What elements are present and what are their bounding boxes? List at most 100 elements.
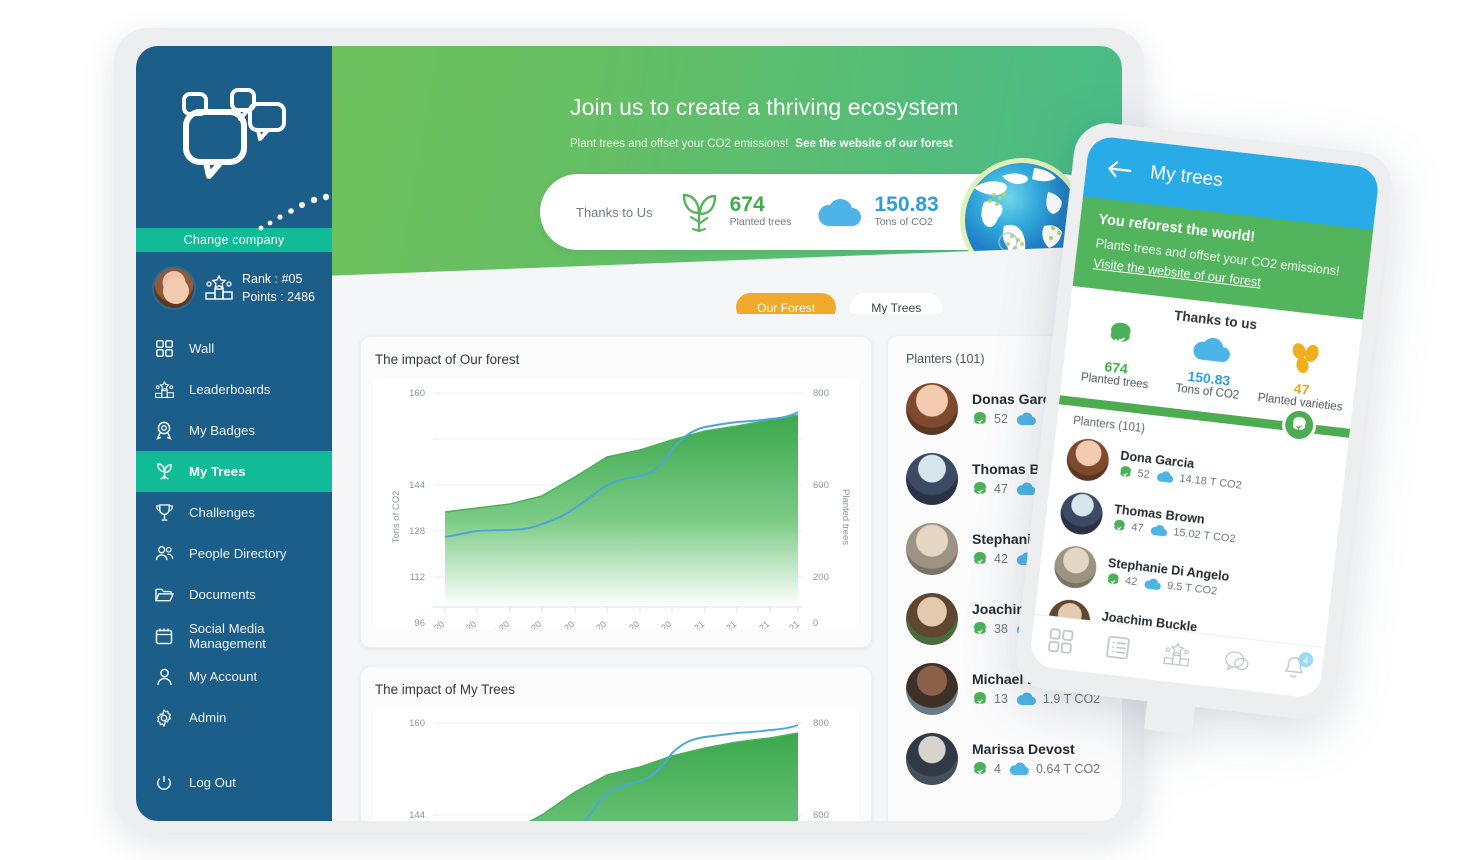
phone-planter-trees: 47: [1112, 518, 1145, 536]
svg-text:160: 160: [409, 718, 425, 729]
tablet-device-frame: Change company Rank : #05 Points : 2486: [114, 28, 1144, 833]
planter-co2: 0.64 T CO2: [1009, 762, 1100, 776]
nav-item-list[interactable]: [1105, 634, 1132, 666]
phone-planter-info: Thomas Brown 47 15.02 T CO2: [1112, 502, 1239, 547]
sidebar-item-label: My Badges: [189, 423, 255, 438]
sidebar-item-documents[interactable]: Documents: [136, 574, 332, 615]
tree-icon: [974, 481, 986, 497]
svg-text:Jun 20: Jun 20: [451, 619, 478, 629]
svg-text:600: 600: [813, 480, 829, 491]
rank-value: Rank : #05: [242, 271, 303, 286]
cloud-icon: [1009, 762, 1029, 775]
stat-planted-trees: 674 Planted trees: [679, 191, 792, 233]
phone-planter-info: Dona Garcia 52 14.18 T CO2: [1118, 448, 1245, 493]
phone-stand: [1144, 699, 1196, 735]
planter-stats: 4 0.64 T CO2: [972, 761, 1100, 778]
people-icon: [153, 545, 175, 562]
nav-item-chat[interactable]: [1222, 648, 1251, 680]
brand-logo[interactable]: [136, 46, 332, 231]
svg-text:128: 128: [409, 526, 425, 537]
svg-text:Feb 21: Feb 21: [710, 619, 738, 629]
sidebar-item-social-media-management[interactable]: Social Media Management: [136, 615, 332, 656]
planter-trees-value: 52: [994, 412, 1008, 426]
points-value: Points : 2486: [242, 290, 315, 304]
grid-icon: [153, 340, 175, 357]
phone-planter-trees-value: 52: [1136, 467, 1151, 482]
cloud-icon: [1151, 525, 1168, 537]
screenshot-root: Change company Rank : #05 Points : 2486: [0, 0, 1476, 860]
svg-text:Planted trees: Planted trees: [840, 489, 851, 545]
planter-trees-value: 38: [994, 622, 1008, 636]
svg-text:800: 800: [813, 388, 829, 399]
tree-icon: [974, 761, 986, 777]
sidebar-item-my-trees[interactable]: My Trees: [136, 451, 332, 492]
podium-icon: [1163, 641, 1190, 667]
stat-label: Planted trees: [729, 216, 792, 229]
chart-title: The impact of My Trees: [375, 682, 515, 697]
badge-icon: [153, 421, 175, 440]
svg-text:112: 112: [410, 572, 425, 583]
tree-icon: [1110, 322, 1131, 351]
planter-row[interactable]: Marissa Devost 4 0.64 T CO2: [888, 724, 1122, 794]
tab-my-trees[interactable]: My Trees: [850, 293, 943, 314]
podium-icon: [205, 275, 233, 300]
avatar: [1052, 543, 1099, 591]
svg-text:Apr 21: Apr 21: [775, 619, 802, 629]
tablet-screen: Change company Rank : #05 Points : 2486: [136, 46, 1122, 821]
sidebar-item-label: My Trees: [189, 464, 246, 479]
stat-tons-co2: 150.83 Tons of CO2: [817, 194, 939, 229]
sidebar-item-label: Wall: [189, 341, 215, 356]
folder-icon: [153, 587, 175, 603]
sidebar: Change company Rank : #05 Points : 2486: [136, 46, 332, 821]
planter-trees-value: 4: [994, 762, 1001, 776]
chart-card-our-forest: The impact of Our forest 160 144 128 112…: [360, 336, 872, 648]
stat-text: 674 Planted trees: [730, 194, 792, 229]
avatar: [1064, 436, 1112, 484]
avatar: [906, 523, 958, 575]
dashboard-content: The impact of Our forest 160 144 128 112…: [332, 314, 1122, 821]
arrow-left-icon[interactable]: [1105, 158, 1133, 181]
sidebar-item-label: Leaderboards: [189, 382, 271, 397]
svg-text:160: 160: [409, 388, 425, 399]
tree-icon: [974, 621, 986, 637]
chart-canvas-our-forest: 160 144 128 112 96 800 600 200 0 Tons of…: [373, 377, 859, 646]
sidebar-item-label: Documents: [189, 587, 256, 602]
sidebar-item-admin[interactable]: Admin: [136, 697, 332, 738]
phone-planter-trees: 52: [1118, 464, 1151, 482]
sidebar-item-my-account[interactable]: My Account: [136, 656, 332, 697]
grid-icon: [1048, 628, 1074, 654]
planter-trees-value: 13: [994, 692, 1008, 706]
sidebar-item-label: Challenges: [189, 505, 255, 520]
nav-item-notifications[interactable]: 4: [1281, 651, 1315, 686]
svg-text:Jan 21: Jan 21: [679, 619, 706, 629]
avatar: [906, 383, 958, 435]
svg-text:Jul 20: Jul 20: [486, 619, 511, 629]
banner-subtitle-text: Plant trees and offset your CO2 emission…: [570, 138, 789, 150]
forest-website-link[interactable]: See the website of our forest: [795, 138, 952, 150]
sidebar-item-challenges[interactable]: Challenges: [136, 492, 332, 533]
forest-tabs: Our Forest My Trees: [736, 293, 943, 314]
sidebar-item-leaderboards[interactable]: Leaderboards: [136, 369, 332, 410]
sidebar-item-log-out[interactable]: Log Out: [136, 762, 332, 803]
svg-text:96: 96: [414, 618, 425, 629]
svg-text:144: 144: [409, 810, 425, 821]
podium-icon: [153, 380, 175, 399]
sidebar-item-label: Social Media Management: [189, 620, 266, 651]
tree-icon: [1120, 465, 1132, 479]
dotted-trail-icon: [258, 193, 330, 231]
sidebar-item-wall[interactable]: Wall: [136, 328, 332, 369]
sidebar-item-label: My Account: [189, 669, 258, 684]
sidebar-item-my-badges[interactable]: My Badges: [136, 410, 332, 451]
planter-trees: 47: [972, 481, 1008, 498]
cloud-icon: [1016, 692, 1036, 705]
nav-item-leaderboards[interactable]: [1162, 641, 1191, 673]
svg-text:Mar 21: Mar 21: [743, 619, 771, 629]
phone-screen: My trees You reforest the world! Plants …: [1028, 135, 1381, 700]
sidebar-item-people-directory[interactable]: People Directory: [136, 533, 332, 574]
user-profile-summary[interactable]: Rank : #05 Points : 2486: [136, 252, 332, 326]
nav-item-wall[interactable]: [1047, 628, 1074, 660]
tab-our-forest[interactable]: Our Forest: [736, 293, 837, 314]
tree-icon: [974, 411, 986, 427]
stat-value: 674: [729, 193, 765, 217]
person-icon: [153, 668, 175, 686]
